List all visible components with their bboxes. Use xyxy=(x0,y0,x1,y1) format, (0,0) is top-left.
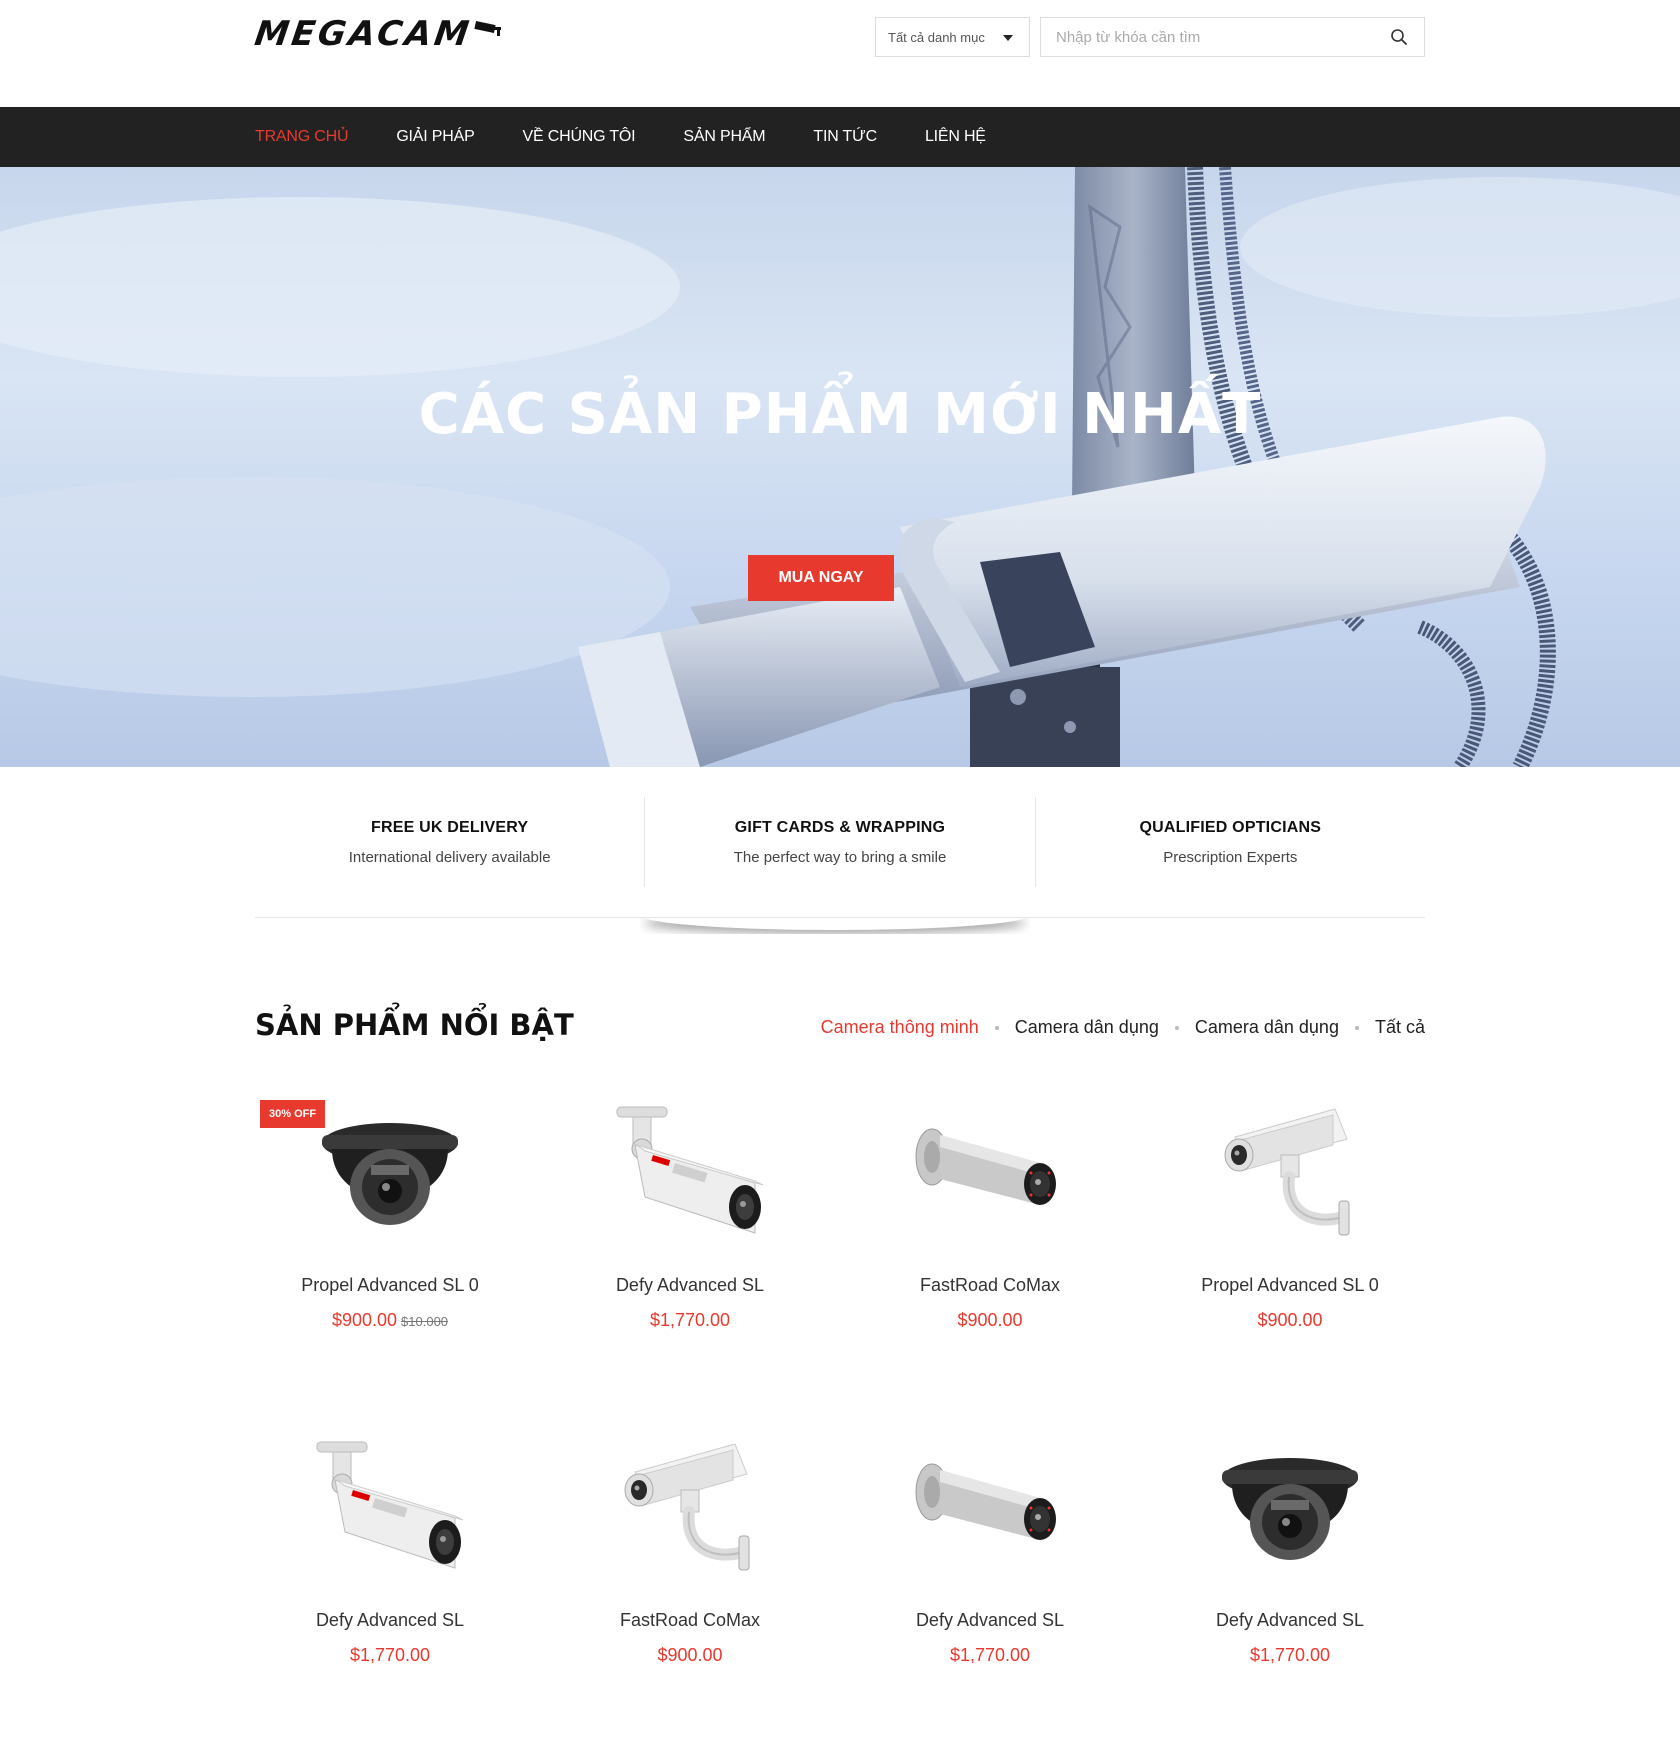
search-icon[interactable] xyxy=(1390,28,1408,46)
product-old-price: $10.000 xyxy=(401,1314,449,1329)
product-filters: Camera thông minh Camera dân dụng Camera d… xyxy=(821,1017,1425,1038)
header: MEGACAM Tất cả danh mục xyxy=(0,0,1680,107)
main-nav: TRANG CHỦ GIẢI PHÁP VỀ CHÚNG TÔI SẢN PHẨM TI… xyxy=(0,107,1680,167)
nav-item[interactable]: GIẢI PHÁP xyxy=(396,128,474,146)
product-price-row: $1,770.00 xyxy=(555,1310,825,1331)
feature-text: International delivery available xyxy=(348,849,551,866)
product-name[interactable]: FastRoad CoMax xyxy=(555,1610,825,1631)
product-name[interactable]: Defy Advanced SL xyxy=(555,1275,825,1296)
product-name[interactable]: Defy Advanced SL xyxy=(255,1610,525,1631)
box-camera-icon xyxy=(615,1440,765,1590)
product-card[interactable]: FastRoad CoMax $900.00 xyxy=(555,1430,825,1666)
product-price-row: $900.00 $10.000 xyxy=(255,1310,525,1331)
product-image[interactable] xyxy=(255,1430,525,1590)
search-input[interactable] xyxy=(1041,18,1424,56)
product-name[interactable]: Propel Advanced SL 0 xyxy=(255,1275,525,1296)
filter-tab[interactable]: Camera thông minh xyxy=(821,1017,979,1038)
feature-item: QUALIFIED OPTICIANS Prescription Experts xyxy=(1036,797,1425,887)
product-price: $1,770.00 xyxy=(349,1645,431,1665)
product-price-row: $1,770.00 xyxy=(855,1645,1125,1666)
product-card[interactable]: Defy Advanced SL $1,770.00 xyxy=(855,1430,1125,1666)
product-image[interactable] xyxy=(1155,1430,1425,1590)
product-name[interactable]: Defy Advanced SL xyxy=(1155,1610,1425,1631)
category-select[interactable]: Tất cả danh mục xyxy=(875,17,1030,57)
product-price-row: $1,770.00 xyxy=(255,1645,525,1666)
nav-item[interactable]: SẢN PHẨM xyxy=(683,128,765,146)
filter-separator xyxy=(1354,1025,1359,1030)
nav-item[interactable]: TIN TỨC xyxy=(813,128,877,146)
product-price: $900.00 xyxy=(331,1310,398,1330)
filter-separator xyxy=(1174,1025,1179,1030)
filter-separator xyxy=(994,1025,999,1030)
security-camera-illustration xyxy=(0,167,1680,767)
tube-camera-icon xyxy=(910,1440,1070,1590)
hero-banner: CÁC SẢN PHẨM MỚI NHẤT MUA NGAY xyxy=(0,167,1680,767)
feature-text: The perfect way to bring a smile xyxy=(733,849,947,866)
nav-item[interactable]: TRANG CHỦ xyxy=(255,128,349,146)
featured-title: SẢN PHẨM NỔI BẬT xyxy=(255,1008,574,1042)
product-price: $1,770.00 xyxy=(1249,1645,1331,1665)
feature-title: FREE UK DELIVERY xyxy=(371,819,529,836)
hero-title: CÁC SẢN PHẨM MỚI NHẤT xyxy=(418,382,1262,447)
product-image[interactable] xyxy=(555,1095,825,1255)
logo[interactable]: MEGACAM xyxy=(252,14,503,54)
product-image[interactable] xyxy=(855,1430,1125,1590)
features-row: FREE UK DELIVERY International delivery a… xyxy=(255,797,1425,887)
product-price-row: $900.00 xyxy=(855,1310,1125,1331)
nav-item[interactable]: VỀ CHÚNG TÔI xyxy=(523,128,636,146)
logo-text: MEGACAM xyxy=(252,14,475,54)
feature-item: FREE UK DELIVERY International delivery a… xyxy=(255,797,646,887)
bullet-camera-icon xyxy=(305,1440,475,1590)
product-image[interactable] xyxy=(1155,1095,1425,1255)
camera-logo-icon xyxy=(474,21,502,36)
feature-item: GIFT CARDS & WRAPPING The perfect way to … xyxy=(645,797,1036,887)
product-name[interactable]: Defy Advanced SL xyxy=(855,1610,1125,1631)
discount-badge: 30% OFF xyxy=(260,1100,326,1128)
buy-now-button[interactable]: MUA NGAY xyxy=(748,555,894,601)
product-image[interactable]: 30% OFF xyxy=(255,1095,525,1255)
nav-items: TRANG CHỦ GIẢI PHÁP VỀ CHÚNG TÔI SẢN PHẨM TI… xyxy=(255,107,1034,167)
feature-title: GIFT CARDS & WRAPPING xyxy=(734,819,946,836)
product-price: $900.00 xyxy=(1257,1310,1323,1330)
product-price: $1,770.00 xyxy=(649,1310,731,1330)
product-price-row: $900.00 xyxy=(1155,1310,1425,1331)
product-card[interactable]: FastRoad CoMax $900.00 xyxy=(855,1095,1125,1331)
feature-text: Prescription Experts xyxy=(1163,849,1298,866)
product-card[interactable]: 30% OFF Propel Advanced SL 0 $900.00 $10.00… xyxy=(255,1095,525,1331)
product-card[interactable]: Propel Advanced SL 0 $900.00 xyxy=(1155,1095,1425,1331)
product-name[interactable]: FastRoad CoMax xyxy=(855,1275,1125,1296)
product-price: $900.00 xyxy=(657,1645,723,1665)
product-image[interactable] xyxy=(555,1430,825,1590)
filter-tab[interactable]: Tất cả xyxy=(1375,1017,1425,1038)
product-price-row: $1,770.00 xyxy=(1155,1645,1425,1666)
product-card[interactable]: Defy Advanced SL $1,770.00 xyxy=(1155,1430,1425,1666)
box-camera-icon xyxy=(1215,1105,1365,1255)
product-price: $1,770.00 xyxy=(949,1645,1031,1665)
feature-title: QUALIFIED OPTICIANS xyxy=(1139,819,1322,836)
tube-camera-icon xyxy=(910,1105,1070,1255)
product-name[interactable]: Propel Advanced SL 0 xyxy=(1155,1275,1425,1296)
dome-camera-icon xyxy=(1215,1440,1365,1590)
divider-shadow xyxy=(640,918,1030,934)
product-price-row: $900.00 xyxy=(555,1645,825,1666)
filter-tab[interactable]: Camera dân dụng xyxy=(1195,1017,1339,1038)
product-price: $900.00 xyxy=(957,1310,1023,1330)
search-box xyxy=(1040,17,1425,57)
product-card[interactable]: Defy Advanced SL $1,770.00 xyxy=(255,1430,525,1666)
nav-item[interactable]: LIÊN HỆ xyxy=(925,128,986,146)
filter-tab[interactable]: Camera dân dụng xyxy=(1015,1017,1159,1038)
product-card[interactable]: Defy Advanced SL $1,770.00 xyxy=(555,1095,825,1331)
dome-camera-icon xyxy=(315,1105,465,1255)
bullet-camera-icon xyxy=(605,1105,775,1255)
category-select-value: Tất cả danh mục xyxy=(888,29,985,45)
caret-down-icon xyxy=(1003,35,1013,41)
product-image[interactable] xyxy=(855,1095,1125,1255)
